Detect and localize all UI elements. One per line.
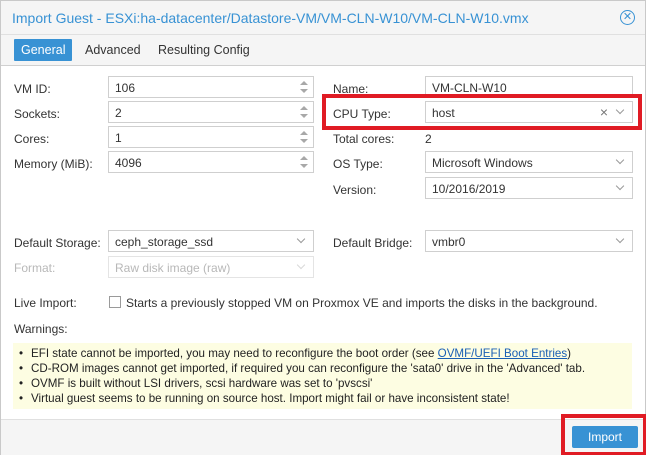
memory-input[interactable]: 4096 xyxy=(108,151,314,173)
tab-advanced[interactable]: Advanced xyxy=(78,39,148,61)
bullet-icon: • xyxy=(19,362,24,375)
cpu-type-select[interactable]: host × xyxy=(425,101,633,123)
warning-item: • OVMF is built without LSI drivers, scsi… xyxy=(19,377,372,390)
bullet-icon: • xyxy=(19,377,24,390)
chevron-down-icon[interactable] xyxy=(295,233,309,249)
cpu-type-value: host xyxy=(432,106,455,120)
import-guest-dialog: Import Guest - ESXi:ha-datacenter/Datast… xyxy=(0,0,646,455)
warning-text: CD-ROM images cannot get imported, if re… xyxy=(31,362,586,375)
chevron-down-icon[interactable] xyxy=(614,104,628,120)
spinner-icon[interactable] xyxy=(299,154,309,170)
default-storage-value: ceph_storage_ssd xyxy=(115,235,214,249)
import-button[interactable]: Import xyxy=(572,426,638,448)
chevron-down-icon[interactable] xyxy=(614,233,628,249)
default-bridge-label: Default Bridge: xyxy=(333,236,413,250)
version-label: Version: xyxy=(333,183,377,197)
sockets-input[interactable]: 2 xyxy=(108,101,314,123)
spinner-icon[interactable] xyxy=(299,79,309,95)
memory-label: Memory (MiB): xyxy=(14,157,93,171)
chevron-down-icon xyxy=(295,259,309,275)
default-bridge-value: vmbr0 xyxy=(432,235,466,249)
warning-text: EFI state cannot be imported, you may ne… xyxy=(31,347,438,360)
warning-text: Virtual guest seems to be running on sou… xyxy=(31,392,510,405)
total-cores-label: Total cores: xyxy=(333,132,395,146)
memory-value: 4096 xyxy=(115,156,142,170)
ovmf-uefi-boot-entries-link[interactable]: OVMF/UEFI Boot Entries xyxy=(438,347,568,360)
name-label: Name: xyxy=(333,82,369,96)
default-storage-label: Default Storage: xyxy=(14,236,101,250)
default-storage-select[interactable]: ceph_storage_ssd xyxy=(108,230,314,252)
warning-text-after: ) xyxy=(567,347,572,360)
cores-input[interactable]: 1 xyxy=(108,126,314,148)
os-type-label: OS Type: xyxy=(333,157,383,171)
close-icon[interactable]: ✕ xyxy=(620,10,635,25)
chevron-down-icon[interactable] xyxy=(614,154,628,170)
version-value: 10/2016/2019 xyxy=(432,182,506,196)
sockets-label: Sockets: xyxy=(14,107,61,121)
spinner-icon[interactable] xyxy=(299,104,309,120)
warning-item: • EFI state cannot be imported, you may n… xyxy=(19,347,571,360)
format-label: Format: xyxy=(14,261,56,275)
cores-value: 1 xyxy=(115,131,122,145)
warning-item: • Virtual guest seems to be running on so… xyxy=(19,392,510,405)
tab-resulting-config[interactable]: Resulting Config xyxy=(151,39,257,61)
live-import-label: Live Import: xyxy=(14,296,77,310)
warnings-label: Warnings: xyxy=(14,322,68,336)
dialog-footer xyxy=(1,419,645,455)
format-select: Raw disk image (raw) xyxy=(108,256,314,278)
cores-label: Cores: xyxy=(14,132,50,146)
format-value: Raw disk image (raw) xyxy=(115,261,231,275)
chevron-down-icon[interactable] xyxy=(614,180,628,196)
clear-icon[interactable]: × xyxy=(600,104,608,120)
cpu-type-label: CPU Type: xyxy=(333,107,391,121)
tab-bar: General Advanced Resulting Config xyxy=(1,35,645,66)
spinner-icon[interactable] xyxy=(299,129,309,145)
os-type-select[interactable]: Microsoft Windows xyxy=(425,151,633,173)
default-bridge-select[interactable]: vmbr0 xyxy=(425,230,633,252)
vmid-input[interactable]: 106 xyxy=(108,76,314,98)
warnings-box: • EFI state cannot be imported, you may n… xyxy=(13,343,632,409)
sockets-value: 2 xyxy=(115,106,122,120)
dialog-title: Import Guest - ESXi:ha-datacenter/Datast… xyxy=(12,10,529,26)
live-import-checkbox[interactable] xyxy=(109,296,121,308)
vmid-value: 106 xyxy=(115,81,136,95)
warning-item: • CD-ROM images cannot get imported, if r… xyxy=(19,362,585,375)
name-value: VM-CLN-W10 xyxy=(432,81,507,95)
bullet-icon: • xyxy=(19,392,24,405)
version-select[interactable]: 10/2016/2019 xyxy=(425,177,633,199)
vmid-label: VM ID: xyxy=(14,82,51,96)
total-cores-value: 2 xyxy=(425,132,432,146)
warning-text: OVMF is built without LSI drivers, scsi … xyxy=(31,377,373,390)
name-input[interactable]: VM-CLN-W10 xyxy=(425,76,633,98)
live-import-text: Starts a previously stopped VM on Proxmo… xyxy=(126,296,598,310)
os-type-value: Microsoft Windows xyxy=(432,156,533,170)
tab-general[interactable]: General xyxy=(14,39,73,61)
title-bar: Import Guest - ESXi:ha-datacenter/Datast… xyxy=(1,1,645,35)
bullet-icon: • xyxy=(19,347,24,360)
